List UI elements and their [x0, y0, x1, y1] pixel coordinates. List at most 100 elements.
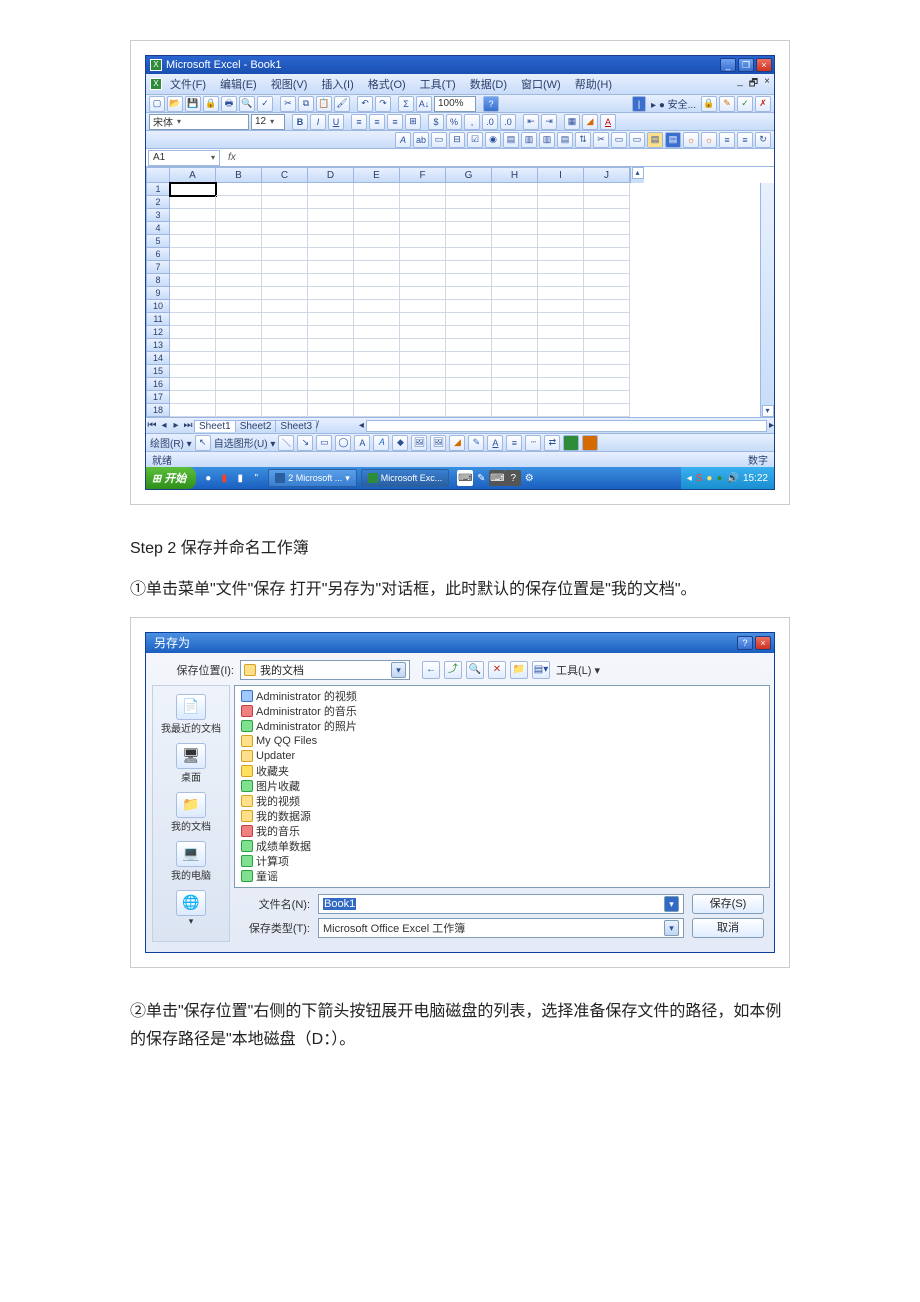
- row-hdr[interactable]: 17: [146, 391, 170, 404]
- cell[interactable]: [262, 300, 308, 313]
- row-hdr[interactable]: 15: [146, 365, 170, 378]
- sec-icon-1[interactable]: 🔒: [701, 96, 717, 112]
- cell[interactable]: [170, 209, 216, 222]
- tray-icon[interactable]: ◂: [687, 473, 692, 484]
- tab-next-icon[interactable]: ▸: [170, 420, 182, 431]
- ime-icon[interactable]: ⚙: [521, 470, 537, 486]
- menu-window[interactable]: 窗口(W): [515, 75, 567, 93]
- cell[interactable]: [446, 378, 492, 391]
- newfolder-icon[interactable]: 📁: [510, 661, 528, 679]
- list-item[interactable]: 童谣: [241, 869, 763, 884]
- ql-icon[interactable]: ▮: [232, 470, 248, 486]
- linew-icon[interactable]: ≡: [506, 435, 522, 451]
- cell[interactable]: [262, 235, 308, 248]
- place-documents[interactable]: 📁我的文档: [171, 792, 211, 833]
- list-item[interactable]: My QQ Files: [241, 734, 763, 749]
- fill-icon[interactable]: ◢: [582, 114, 598, 130]
- cell[interactable]: [354, 352, 400, 365]
- cell[interactable]: [354, 404, 400, 417]
- ex-icon[interactable]: ▥: [521, 132, 537, 148]
- align-center-icon[interactable]: ≡: [369, 114, 385, 130]
- views-icon[interactable]: ▤▾: [532, 661, 550, 679]
- col-hdr[interactable]: D: [308, 167, 354, 183]
- cell[interactable]: [216, 391, 262, 404]
- cell[interactable]: [584, 313, 630, 326]
- cell[interactable]: [262, 352, 308, 365]
- menu-insert[interactable]: 插入(I): [315, 75, 359, 93]
- cell[interactable]: [538, 352, 584, 365]
- cell[interactable]: [492, 352, 538, 365]
- cell[interactable]: [538, 404, 584, 417]
- ink-icon[interactable]: |: [632, 96, 646, 112]
- tab-first-icon[interactable]: ⏮: [146, 420, 158, 431]
- place-recent[interactable]: 📄我最近的文档: [161, 694, 221, 735]
- cell[interactable]: [354, 287, 400, 300]
- fontcolor-icon[interactable]: A: [600, 114, 616, 130]
- row-hdr[interactable]: 4: [146, 222, 170, 235]
- cell[interactable]: [170, 248, 216, 261]
- menu-view[interactable]: 视图(V): [265, 75, 314, 93]
- cell[interactable]: [308, 196, 354, 209]
- dash-icon[interactable]: ┄: [525, 435, 541, 451]
- new-icon[interactable]: ▢: [149, 96, 165, 112]
- col-hdr[interactable]: A: [170, 167, 216, 183]
- print-icon[interactable]: 🖶: [221, 96, 237, 112]
- list-item[interactable]: Administrator 的照片: [241, 719, 763, 734]
- menu-help[interactable]: 帮助(H): [569, 75, 618, 93]
- vscroll[interactable]: ▾: [760, 183, 774, 417]
- comma-icon[interactable]: ,: [464, 114, 480, 130]
- ex-icon[interactable]: ▭: [629, 132, 645, 148]
- cell[interactable]: [308, 287, 354, 300]
- arrowstyle-icon[interactable]: ⇄: [544, 435, 560, 451]
- maximize-button[interactable]: ❐: [738, 58, 754, 72]
- name-box[interactable]: A1▾: [148, 150, 220, 166]
- ex-icon[interactable]: ▭: [611, 132, 627, 148]
- cell[interactable]: [262, 261, 308, 274]
- 3d-icon[interactable]: [582, 435, 598, 451]
- cell[interactable]: [446, 365, 492, 378]
- cell[interactable]: [308, 326, 354, 339]
- sheet-tab[interactable]: Sheet1: [194, 420, 236, 432]
- cell[interactable]: [262, 274, 308, 287]
- col-hdr[interactable]: F: [400, 167, 446, 183]
- cell[interactable]: [492, 339, 538, 352]
- cell[interactable]: [446, 248, 492, 261]
- filename-input[interactable]: Book1 ▾: [318, 894, 684, 914]
- format-painter-icon[interactable]: 🖌: [334, 96, 350, 112]
- cell[interactable]: [538, 209, 584, 222]
- cell[interactable]: [170, 274, 216, 287]
- cell[interactable]: [538, 274, 584, 287]
- place-computer[interactable]: 💻我的电脑: [171, 841, 211, 882]
- sheet-tab[interactable]: Sheet3: [275, 420, 317, 432]
- cell[interactable]: [584, 300, 630, 313]
- cell[interactable]: [492, 287, 538, 300]
- cell[interactable]: [538, 261, 584, 274]
- diagram-icon[interactable]: ◆: [392, 435, 408, 451]
- cell[interactable]: [262, 209, 308, 222]
- row-hdr[interactable]: 7: [146, 261, 170, 274]
- cell[interactable]: [400, 404, 446, 417]
- cell[interactable]: [584, 404, 630, 417]
- row-hdr[interactable]: 12: [146, 326, 170, 339]
- ex-icon[interactable]: ▤: [647, 132, 663, 148]
- clipart-icon[interactable]: 🖼: [411, 435, 427, 451]
- ql-icon[interactable]: ●: [200, 470, 216, 486]
- row-hdr[interactable]: 1: [146, 183, 170, 196]
- cell[interactable]: [170, 391, 216, 404]
- vscroll-top[interactable]: ▴: [630, 167, 644, 183]
- cell[interactable]: [308, 300, 354, 313]
- cell[interactable]: [446, 183, 492, 196]
- cell[interactable]: [446, 352, 492, 365]
- cell[interactable]: [308, 222, 354, 235]
- filetype-combo[interactable]: Microsoft Office Excel 工作簿 ▾: [318, 918, 684, 938]
- fontsize-combo[interactable]: 12▾: [251, 114, 285, 130]
- ex-icon[interactable]: ▤: [503, 132, 519, 148]
- cell[interactable]: [216, 222, 262, 235]
- fx-icon[interactable]: fx: [222, 152, 242, 163]
- cell[interactable]: [354, 222, 400, 235]
- cell[interactable]: [216, 365, 262, 378]
- minimize-button[interactable]: _: [720, 58, 736, 72]
- cell[interactable]: [216, 313, 262, 326]
- cell[interactable]: [400, 339, 446, 352]
- cell[interactable]: [584, 183, 630, 196]
